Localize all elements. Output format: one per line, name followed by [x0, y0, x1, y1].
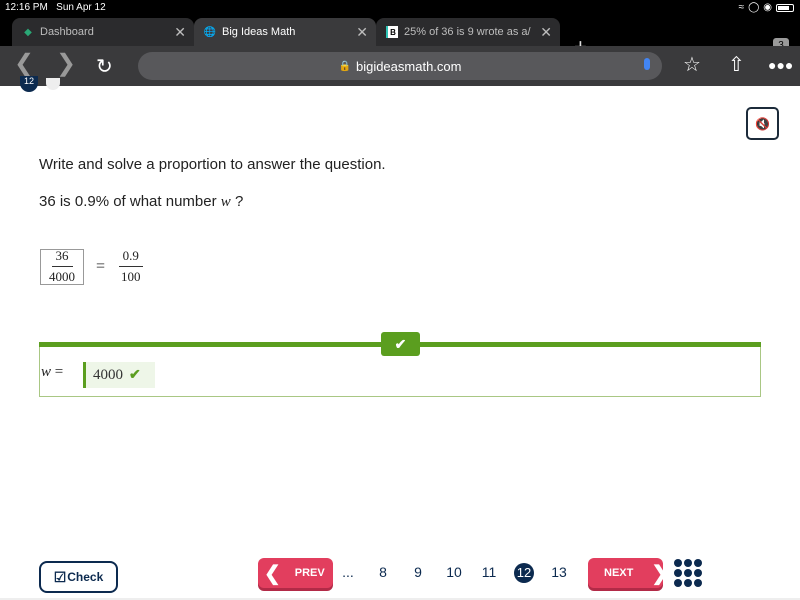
reload-button[interactable]: ↻ [96, 54, 113, 79]
next-button[interactable]: NEXT ❯ [588, 558, 668, 588]
page-link[interactable]: 11 [477, 564, 501, 580]
lock-icon: 🔒 [338, 60, 351, 72]
browser-toolbar: ❮ ❯ ↻ 🔒 bigideasmath.com ☆ ⇧ ●●● [0, 46, 800, 86]
check-mark-icon: ✔ [129, 367, 141, 383]
mic-icon[interactable] [644, 58, 650, 70]
question-number-badge: 12 [20, 76, 38, 92]
check-button[interactable]: ☑ Check [39, 561, 118, 593]
back-button[interactable]: ❮ [14, 52, 34, 76]
layers-icon: ◆ [24, 26, 32, 38]
question-grid-menu-icon[interactable] [674, 559, 702, 587]
share-icon[interactable]: ⇧ [728, 54, 745, 76]
page-link-current[interactable]: 12 [514, 563, 534, 583]
question-page: 12 🔇 Write and solve a proportion to ans… [0, 76, 800, 600]
page-link[interactable]: 9 [406, 564, 430, 580]
answer-label: w = [41, 364, 64, 380]
pagination-ellipsis[interactable]: ... [336, 564, 360, 580]
close-tab-icon[interactable]: ✕ [356, 24, 368, 41]
tab-big-ideas-math[interactable]: 🌐 Big Ideas Math ✕ [194, 18, 376, 46]
status-bar: 12:16 PM Sun Apr 12 ≈ ◯ ◉ [0, 0, 800, 16]
prev-button[interactable]: ❮ PREV [258, 558, 333, 588]
more-menu-icon[interactable]: ●●● [768, 54, 793, 76]
audio-mute-button[interactable]: 🔇 [746, 107, 779, 140]
bookmark-star-icon[interactable]: ☆ [683, 54, 701, 76]
answer-section: w = 4000 ✔ [39, 347, 761, 397]
page-link[interactable]: 10 [442, 564, 466, 580]
brainly-icon: B [386, 26, 398, 38]
chevron-left-icon: ❮ [264, 562, 281, 585]
instruction-text: Write and solve a proportion to answer t… [39, 156, 386, 173]
right-fraction: 0.9 100 [117, 248, 145, 285]
tab-dashboard[interactable]: ◆ Dashboard ✕ [12, 18, 194, 46]
chevron-right-icon: ❯ [651, 562, 669, 585]
page-link[interactable]: 8 [371, 564, 395, 580]
alarm-icon: ◯ [748, 2, 760, 13]
question-text: 36 is 0.9% of what number w ? [39, 193, 244, 210]
globe-icon: 🌐 [203, 26, 217, 38]
tab-bar: ◆ Dashboard ✕ 🌐 Big Ideas Math ✕ B 25% o… [0, 16, 800, 58]
tab-brainly[interactable]: B 25% of 36 is 9 wrote as a/ ✕ [376, 18, 560, 46]
orientation-lock-icon: ◉ [763, 2, 772, 13]
left-fraction-input[interactable]: 36 4000 [40, 248, 84, 285]
answer-input[interactable]: 4000 ✔ [83, 362, 155, 388]
question-part-badge [46, 78, 60, 90]
speaker-muted-icon: 🔇 [755, 116, 770, 131]
wifi-icon: ≈ [738, 2, 745, 13]
close-tab-icon[interactable]: ✕ [174, 24, 186, 41]
status-time: 12:16 PM Sun Apr 12 [5, 2, 106, 13]
close-tab-icon[interactable]: ✕ [540, 24, 552, 41]
battery-icon [776, 3, 794, 12]
page-link[interactable]: 13 [547, 564, 571, 580]
address-bar[interactable]: 🔒 bigideasmath.com [138, 52, 662, 80]
proportion-equation: 36 4000 = 0.9 100 [40, 248, 145, 285]
forward-button[interactable]: ❯ [56, 52, 76, 76]
checkbox-icon: ☑ [53, 568, 67, 585]
